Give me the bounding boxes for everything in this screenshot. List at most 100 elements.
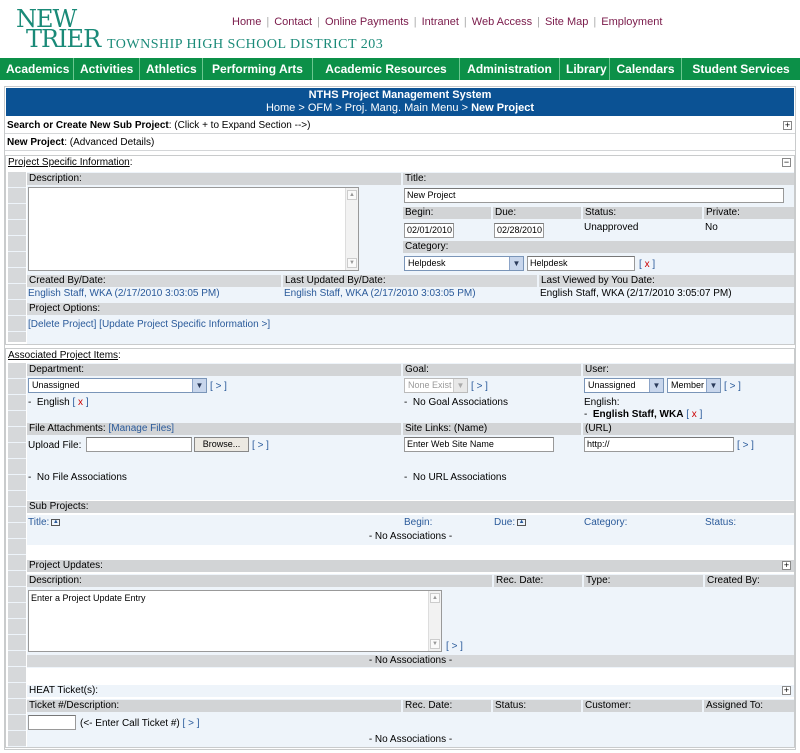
- created-value[interactable]: English Staff, WKA (2/17/2010 3:03:05 PM…: [28, 288, 220, 300]
- viewed-label: Last Viewed by You Date:: [539, 275, 794, 287]
- sub-col-title[interactable]: Title: ▲: [28, 517, 61, 529]
- user-label: User:: [583, 364, 794, 376]
- top-links: Home | Contact | Online Payments | Intranet | We…: [232, 16, 663, 28]
- update-go[interactable]: [ > ]: [446, 641, 463, 653]
- expand-heat-toggle[interactable]: +: [782, 686, 791, 695]
- url-label: (URL): [583, 423, 794, 435]
- begin-label: Begin:: [403, 207, 491, 219]
- nav-student-services[interactable]: Student Services: [682, 58, 800, 80]
- category-text-input[interactable]: Helpdesk: [527, 256, 635, 271]
- heat-col-status: Status:: [493, 700, 581, 712]
- sub-col-status[interactable]: Status:: [705, 517, 736, 529]
- delete-project-link[interactable]: Delete Project: [31, 319, 94, 330]
- nav-academics[interactable]: Academics: [0, 58, 74, 80]
- goal-go[interactable]: [ > ]: [471, 381, 488, 393]
- logo-trier[interactable]: TRIER: [26, 27, 101, 51]
- link-home[interactable]: Home: [232, 16, 261, 28]
- search-section-row: Search or Create New Sub Project: (Click…: [5, 118, 795, 134]
- sub-col-begin[interactable]: Begin:: [404, 517, 432, 529]
- due-date-input[interactable]: 02/28/2010: [494, 223, 544, 238]
- link-web-access[interactable]: Web Access: [472, 16, 532, 28]
- chevron-down-icon: ▼: [509, 257, 523, 270]
- department-select[interactable]: Unassigned ▼: [28, 378, 207, 393]
- department-go[interactable]: [ > ]: [210, 381, 227, 393]
- sort-icon[interactable]: ▲: [517, 518, 527, 526]
- url-go[interactable]: [ > ]: [737, 440, 754, 452]
- nav-calendars[interactable]: Calendars: [610, 58, 682, 80]
- psi-panel: Project Specific Information: − Descript…: [5, 155, 795, 345]
- due-label: Due:: [493, 207, 581, 219]
- update-entry-textarea[interactable]: Enter a Project Update Entry ▲ ▼: [28, 590, 442, 652]
- manage-files-link[interactable]: Manage Files: [111, 423, 171, 434]
- site-name-input[interactable]: Enter Web Site Name: [404, 437, 554, 452]
- user-item: - English Staff, WKA [ x ]: [584, 409, 703, 420]
- status-value: Unapproved: [584, 222, 639, 233]
- nav-administration[interactable]: Administration: [460, 58, 560, 80]
- ticket-hint: (<- Enter Call Ticket #) [ > ]: [80, 718, 200, 729]
- user-select[interactable]: Unassigned ▼: [584, 378, 664, 393]
- heat-none: - No Associations -: [368, 734, 453, 745]
- goal-select[interactable]: None Exist ▼: [404, 378, 468, 393]
- viewed-value: English Staff, WKA (2/17/2010 3:05:07 PM…: [540, 288, 732, 299]
- site-links-label: Site Links: (Name): [403, 423, 581, 435]
- chevron-down-icon: ▼: [453, 379, 467, 392]
- chevron-down-icon: ▼: [649, 379, 663, 392]
- title-label: Title:: [403, 173, 794, 185]
- nav-activities[interactable]: Activities: [74, 58, 140, 80]
- expand-search-toggle[interactable]: +: [783, 121, 792, 130]
- category-select[interactable]: Helpdesk ▼: [404, 256, 524, 271]
- user-go[interactable]: [ > ]: [724, 381, 741, 393]
- new-project-hint: : (Advanced Details): [64, 137, 155, 148]
- new-project-row: New Project: (Advanced Details): [5, 135, 795, 151]
- ticket-go[interactable]: [ > ]: [183, 718, 200, 729]
- link-site-map[interactable]: Site Map: [545, 16, 588, 28]
- expand-updates-toggle[interactable]: +: [782, 561, 791, 570]
- updated-value[interactable]: English Staff, WKA (2/17/2010 3:03:05 PM…: [284, 288, 476, 300]
- updates-col-type: Type:: [584, 575, 703, 587]
- description-textarea[interactable]: ▲ ▼: [28, 187, 359, 271]
- upload-label: Upload File:: [28, 440, 82, 451]
- scroll-up-icon: ▲: [347, 190, 357, 200]
- sub-col-category[interactable]: Category:: [584, 517, 627, 529]
- sort-icon[interactable]: ▲: [51, 518, 61, 526]
- chevron-down-icon: ▼: [706, 379, 720, 392]
- url-input[interactable]: http://: [584, 437, 734, 452]
- updates-none: - No Associations -: [27, 655, 794, 667]
- breadcrumb[interactable]: Home > OFM > Proj. Mang. Main Menu >: [266, 102, 471, 114]
- site-header: NEW TRIER TOWNSHIP HIGH SCHOOL DISTRICT …: [0, 0, 800, 58]
- breadcrumb-current: New Project: [471, 102, 535, 114]
- upload-file-input[interactable]: [86, 437, 192, 452]
- link-intranet[interactable]: Intranet: [422, 16, 459, 28]
- update-psi-link[interactable]: Update Project Specific Information >: [102, 319, 267, 330]
- collapse-psi-toggle[interactable]: −: [782, 158, 791, 167]
- begin-date-input[interactable]: 02/01/2010: [404, 223, 454, 238]
- main-nav: Academics Activities Athletics Performin…: [0, 58, 800, 80]
- link-contact[interactable]: Contact: [274, 16, 312, 28]
- upload-go[interactable]: [ > ]: [252, 440, 269, 452]
- link-employment[interactable]: Employment: [601, 16, 662, 28]
- updates-col-createdby: Created By:: [705, 575, 794, 587]
- nav-athletics[interactable]: Athletics: [140, 58, 203, 80]
- description-label: Description:: [27, 173, 401, 185]
- role-select[interactable]: Member ▼: [667, 378, 721, 393]
- remove-category[interactable]: [ x ]: [639, 259, 655, 271]
- heat-col-ticket: Ticket #/Description:: [27, 700, 401, 712]
- browse-button[interactable]: Browse...: [194, 437, 249, 452]
- update-scrollbar[interactable]: ▲ ▼: [428, 591, 441, 651]
- ticket-number-input[interactable]: [28, 715, 76, 730]
- nav-library[interactable]: Library: [560, 58, 610, 80]
- chevron-down-icon: ▼: [192, 379, 206, 392]
- nav-performing-arts[interactable]: Performing Arts: [203, 58, 313, 80]
- title-input[interactable]: New Project: [404, 188, 784, 203]
- updates-col-recdate: Rec. Date:: [494, 575, 582, 587]
- attachments-label: File Attachments: [Manage Files]: [27, 423, 401, 435]
- api-panel: Associated Project Items: Department: Go…: [5, 348, 795, 748]
- api-heading: Associated Project Items:: [8, 350, 121, 361]
- pm-titlebar: NTHS Project Management System Home > OF…: [6, 88, 794, 116]
- nav-academic-resources[interactable]: Academic Resources: [313, 58, 460, 80]
- link-online-payments[interactable]: Online Payments: [325, 16, 409, 28]
- sub-col-due[interactable]: Due: ▲: [494, 517, 527, 529]
- options-label: Project Options:: [27, 303, 794, 315]
- description-scrollbar[interactable]: ▲ ▼: [345, 188, 358, 270]
- logo-district[interactable]: TOWNSHIP HIGH SCHOOL DISTRICT 203: [107, 37, 383, 53]
